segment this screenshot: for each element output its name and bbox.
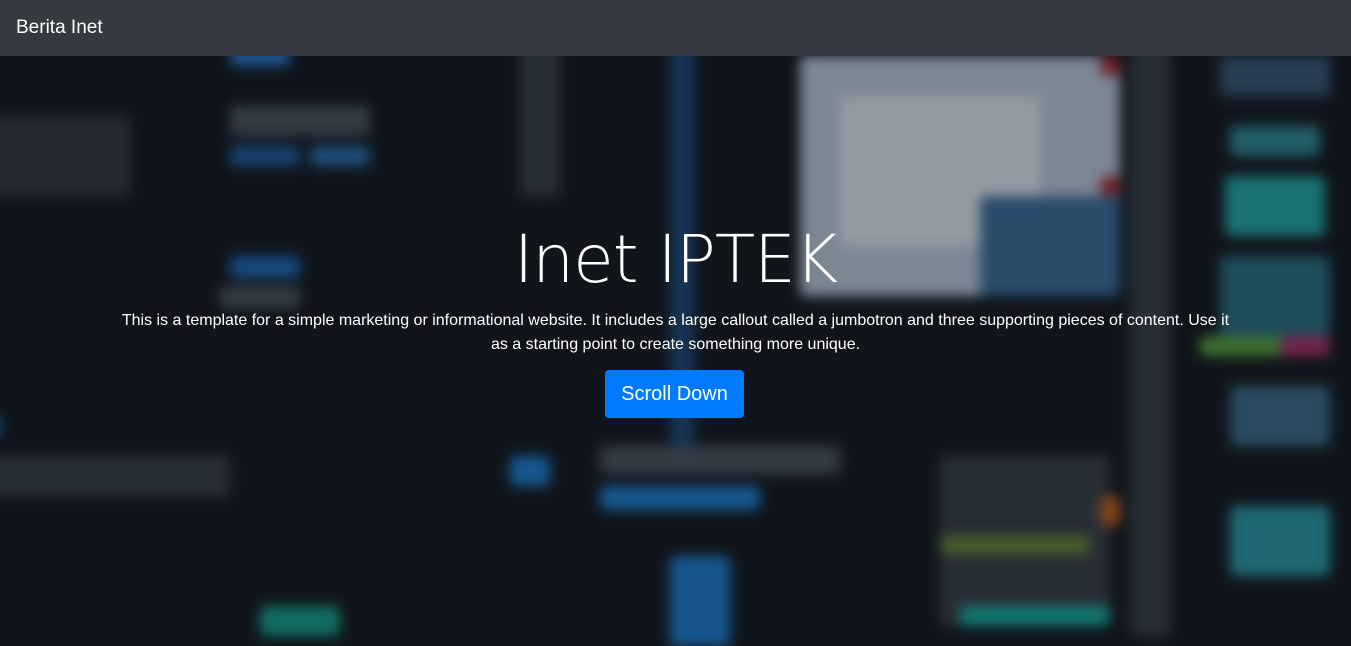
navbar-brand[interactable]: Berita Inet <box>16 17 103 39</box>
top-navbar: Berita Inet <box>0 0 1351 56</box>
hero-title: Inet IPTEK <box>513 221 838 298</box>
hero-lead-text: This is a template for a simple marketin… <box>121 312 1230 353</box>
jumbotron: Inet IPTEK This is a template for a simp… <box>0 56 1351 646</box>
scroll-down-button[interactable]: Scroll Down <box>605 370 744 418</box>
